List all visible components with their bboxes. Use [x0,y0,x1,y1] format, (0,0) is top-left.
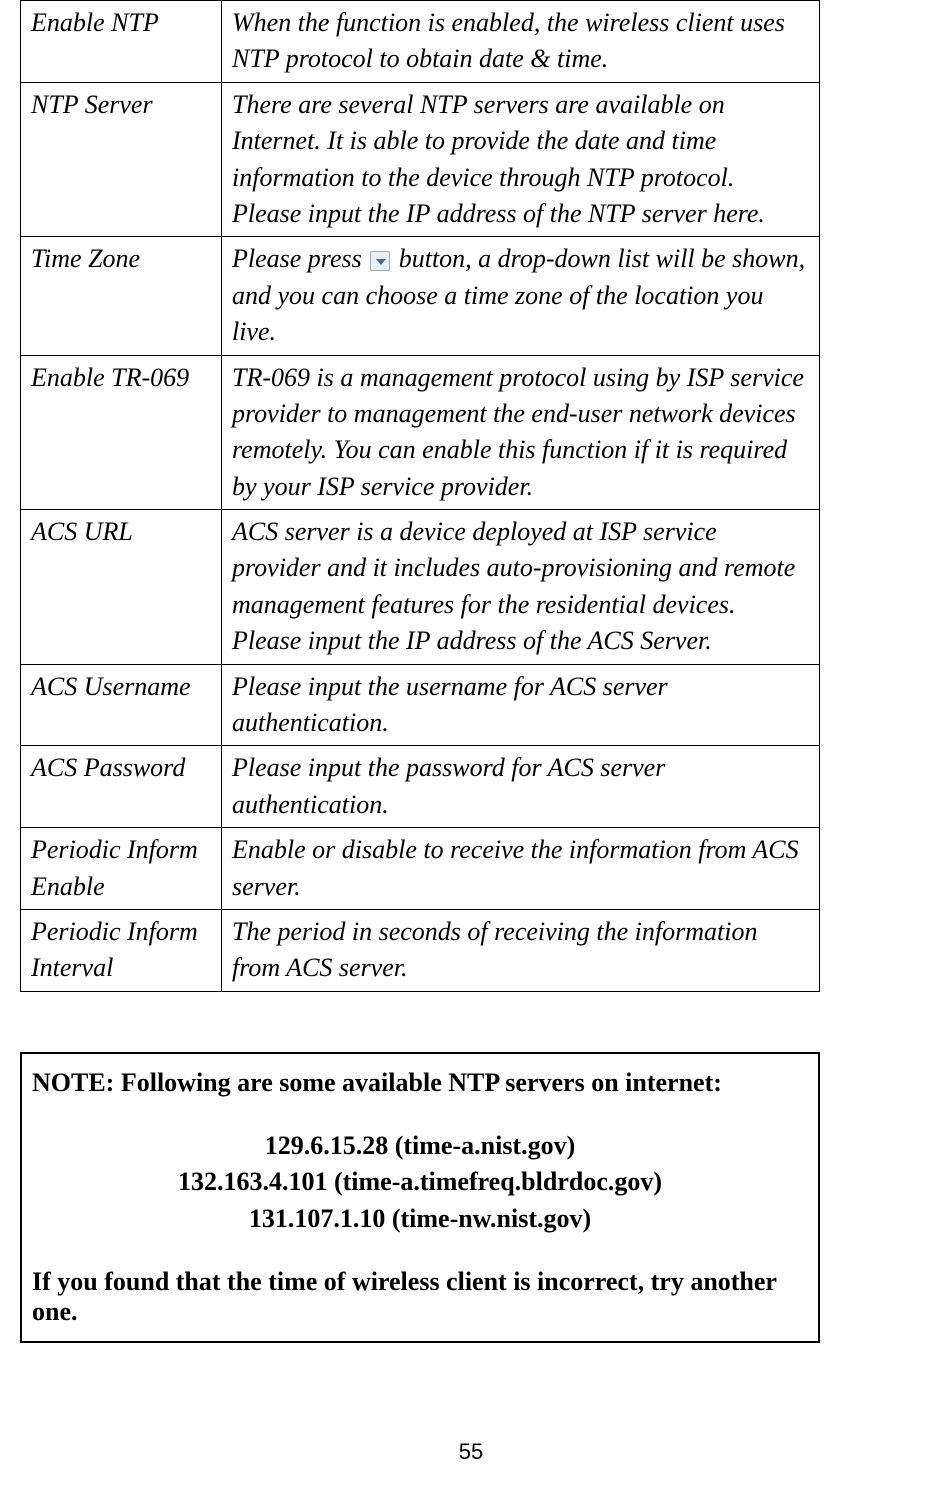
table-row: Periodic Inform Interval The period in s… [21,909,820,991]
note-footer: If you found that the time of wireless c… [32,1267,808,1327]
table-row: Enable NTP When the function is enabled,… [21,1,820,83]
param-desc: TR-069 is a management protocol using by… [222,355,820,510]
param-desc: Please input the password for ACS server… [222,746,820,828]
param-desc: When the function is enabled, the wirele… [222,1,820,83]
param-desc: The period in seconds of receiving the i… [222,909,820,991]
table-row: ACS URL ACS server is a device deployed … [21,510,820,665]
desc-before: Please press [232,244,368,273]
ntp-server-entry: 131.107.1.10 (time-nw.nist.gov) [32,1201,808,1237]
param-label: Periodic Inform Interval [21,909,222,991]
table-row: NTP Server There are several NTP servers… [21,82,820,237]
note-title: NOTE: Following are some available NTP s… [32,1068,808,1098]
ntp-server-entry: 129.6.15.28 (time-a.nist.gov) [32,1128,808,1164]
ntp-server-entry: 132.163.4.101 (time-a.timefreq.bldrdoc.g… [32,1164,808,1200]
param-label: NTP Server [21,82,222,237]
table-row: ACS Username Please input the username f… [21,664,820,746]
note-servers: 129.6.15.28 (time-a.nist.gov) 132.163.4.… [32,1128,808,1237]
param-desc: There are several NTP servers are availa… [222,82,820,237]
table-row: Enable TR-069 TR-069 is a management pro… [21,355,820,510]
parameters-table: Enable NTP When the function is enabled,… [20,0,820,992]
param-label: Enable TR-069 [21,355,222,510]
table-row: Time Zone Please press button, a drop-do… [21,237,820,355]
param-label: Time Zone [21,237,222,355]
param-label: ACS URL [21,510,222,665]
param-desc: Enable or disable to receive the informa… [222,828,820,910]
param-desc: ACS server is a device deployed at ISP s… [222,510,820,665]
param-label: ACS Username [21,664,222,746]
param-label: Enable NTP [21,1,222,83]
table-row: Periodic Inform Enable Enable or disable… [21,828,820,910]
param-label: ACS Password [21,746,222,828]
chevron-down-icon [370,251,390,271]
table-row: ACS Password Please input the password f… [21,746,820,828]
param-desc: Please press button, a drop-down list wi… [222,237,820,355]
page-number: 55 [0,1439,942,1465]
param-label: Periodic Inform Enable [21,828,222,910]
note-box: NOTE: Following are some available NTP s… [20,1052,820,1343]
param-desc: Please input the username for ACS server… [222,664,820,746]
